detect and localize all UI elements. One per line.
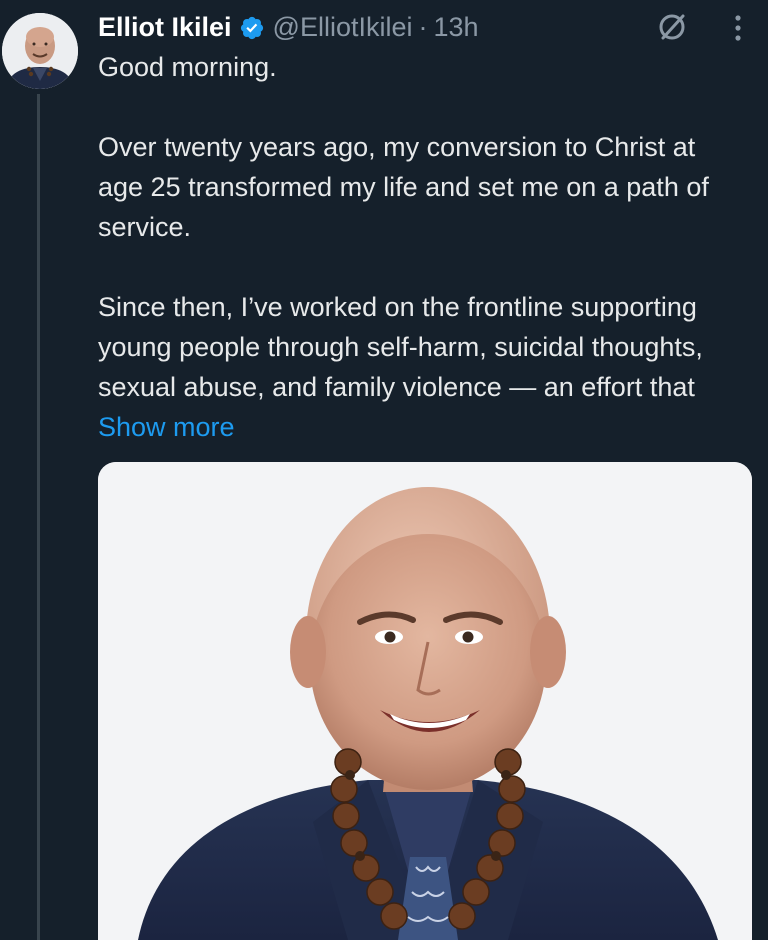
tweet-line-greeting: Good morning. xyxy=(98,52,277,82)
avatar[interactable] xyxy=(2,13,78,89)
separator-dot: · xyxy=(418,12,428,42)
thread-line xyxy=(37,94,40,940)
timestamp[interactable]: 13h xyxy=(434,9,479,45)
tweet-header: Elliot Ikilei @ElliotIkilei · 13h xyxy=(98,9,479,45)
avatar-portrait xyxy=(2,13,78,89)
tweet-paragraph-conversion: Over twenty years ago, my conversion to … xyxy=(98,132,709,242)
portrait-photo xyxy=(98,462,752,940)
handle[interactable]: @ElliotIkilei xyxy=(273,9,413,45)
grok-icon[interactable] xyxy=(655,10,689,44)
tweet-paragraph-frontline: Since then, I’ve worked on the frontline… xyxy=(98,287,738,447)
tweet-text: Good morning. Over twenty years ago, my … xyxy=(98,47,738,447)
tweet[interactable]: Elliot Ikilei @ElliotIkilei · 13h Good m… xyxy=(0,0,768,940)
tweet-image[interactable] xyxy=(98,462,752,940)
show-more-link[interactable]: Show more xyxy=(98,412,235,442)
more-options-icon[interactable] xyxy=(727,12,749,44)
verified-badge-icon xyxy=(239,14,265,40)
tweet-paragraph-frontline-text: Since then, I’ve worked on the frontline… xyxy=(98,292,703,402)
display-name[interactable]: Elliot Ikilei xyxy=(98,9,232,45)
